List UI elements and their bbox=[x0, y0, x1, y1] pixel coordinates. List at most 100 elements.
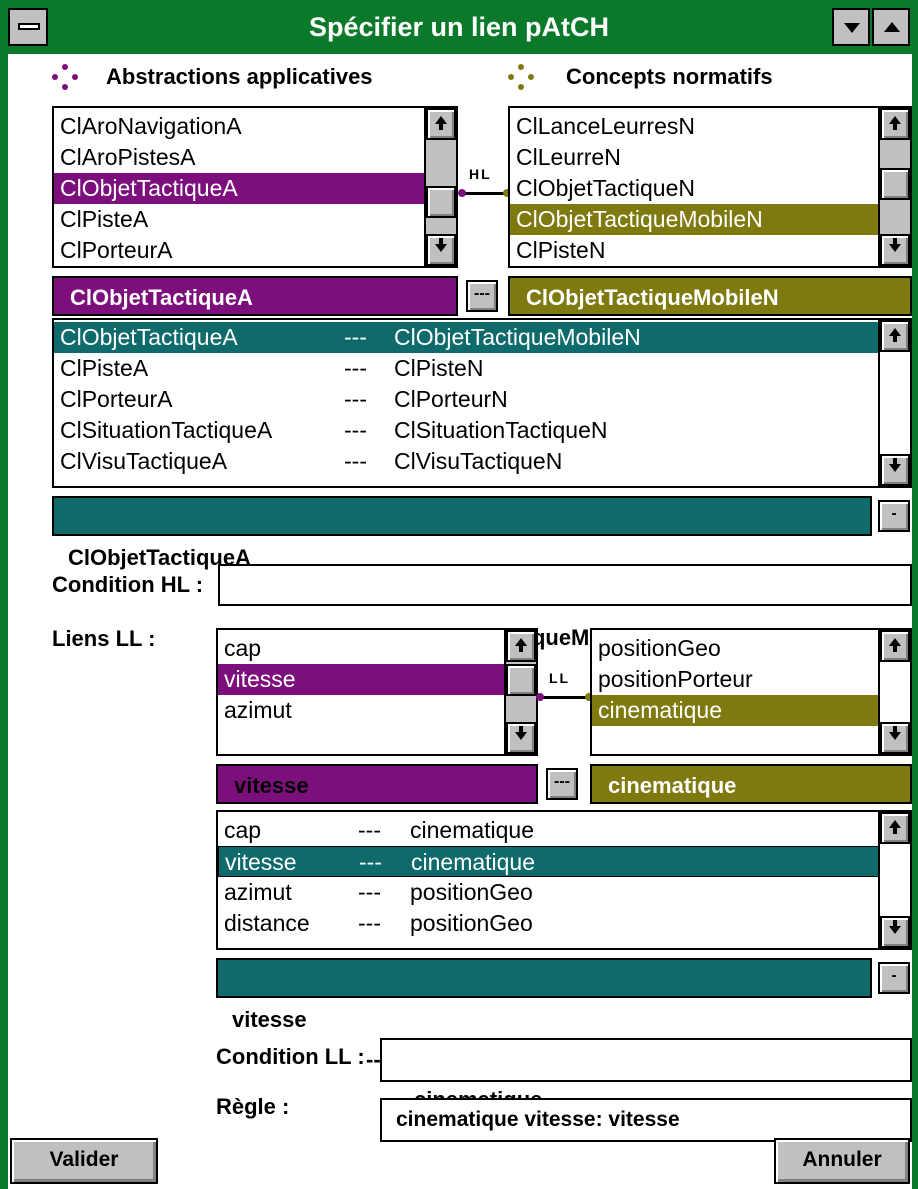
abstractions-scrollbar[interactable] bbox=[424, 108, 456, 266]
arrow-down-icon bbox=[515, 726, 527, 740]
scroll-down-button[interactable] bbox=[880, 916, 910, 948]
regle-field[interactable]: cinematique vitesse: vitesse bbox=[380, 1098, 912, 1142]
table-row[interactable]: distance --- positionGeo bbox=[218, 908, 880, 939]
abstractions-header: Abstractions applicatives bbox=[106, 64, 373, 89]
remove-ll-pair-button[interactable]: - bbox=[878, 962, 910, 994]
abstractions-dots-icon bbox=[52, 64, 78, 90]
system-menu-button[interactable] bbox=[8, 8, 48, 46]
pair-abstraction: ClObjetTactiqueA bbox=[60, 324, 238, 350]
ll-link-label: LL bbox=[549, 670, 571, 686]
list-item[interactable]: ClAroNavigationA bbox=[54, 111, 424, 142]
minimize-button[interactable] bbox=[832, 8, 870, 46]
scroll-up-button[interactable] bbox=[880, 812, 910, 844]
title-bar: Spécifier un lien pAtCH bbox=[0, 0, 918, 54]
minimize-icon bbox=[844, 23, 860, 33]
scroll-up-button[interactable] bbox=[880, 108, 910, 140]
system-menu-icon bbox=[18, 23, 40, 30]
maximize-button[interactable] bbox=[872, 8, 910, 46]
remove-hl-pair-button[interactable]: - bbox=[878, 500, 910, 532]
pair-separator: --- bbox=[344, 448, 367, 474]
list-item-selected[interactable]: ClObjetTactiqueA bbox=[54, 173, 424, 204]
table-row[interactable]: azimut --- positionGeo bbox=[218, 877, 880, 908]
table-row[interactable]: ClPorteurA --- ClPorteurN bbox=[54, 384, 878, 415]
list-item[interactable]: ClPisteN bbox=[510, 235, 878, 266]
list-item[interactable]: ClLanceLeurresN bbox=[510, 111, 878, 142]
liens-ll-label: Liens LL : bbox=[52, 626, 156, 651]
arrow-down-icon bbox=[889, 726, 901, 740]
list-item-selected[interactable]: cinematique bbox=[592, 695, 880, 726]
list-item[interactable]: azimut bbox=[218, 695, 506, 726]
list-item[interactable]: positionPorteur bbox=[592, 664, 880, 695]
scroll-down-button[interactable] bbox=[880, 722, 910, 754]
list-item[interactable]: ClPorteurA bbox=[54, 235, 424, 266]
concepts-scrollbar[interactable] bbox=[878, 108, 910, 266]
arrow-up-icon bbox=[515, 638, 527, 652]
link-ll-button[interactable]: --- bbox=[546, 768, 578, 800]
pair-concept: ClSituationTactiqueN bbox=[394, 417, 608, 443]
scroll-up-button[interactable] bbox=[880, 320, 910, 352]
list-item-selected[interactable]: ClObjetTactiqueMobileN bbox=[510, 204, 878, 235]
selected-concept-bar: ClObjetTactiqueMobileN bbox=[508, 276, 912, 316]
pair-separator: --- bbox=[358, 879, 381, 905]
condition-ll-field[interactable] bbox=[380, 1038, 912, 1082]
scroll-down-button[interactable] bbox=[880, 454, 910, 486]
list-item[interactable]: ClObjetTactiqueN bbox=[510, 173, 878, 204]
scroll-thumb[interactable] bbox=[880, 168, 910, 200]
list-item[interactable]: ClPisteA bbox=[54, 204, 424, 235]
pair-separator: --- bbox=[359, 849, 382, 875]
abstractions-list[interactable]: ClAroNavigationA ClAroPistesA ClObjetTac… bbox=[52, 106, 458, 268]
validate-button[interactable]: Valider bbox=[10, 1138, 158, 1184]
ll-right-scrollbar[interactable] bbox=[878, 630, 910, 754]
scroll-thumb[interactable] bbox=[506, 664, 536, 696]
table-row-selected[interactable]: vitesse --- cinematique bbox=[218, 846, 880, 877]
pair-concept: ClPisteN bbox=[394, 355, 484, 381]
pair-left: distance bbox=[224, 910, 310, 936]
scroll-up-button[interactable] bbox=[880, 630, 910, 662]
cancel-button[interactable]: Annuler bbox=[774, 1138, 910, 1184]
arrow-down-icon bbox=[889, 238, 901, 252]
pair-abstraction: ClVisuTactiqueA bbox=[60, 448, 228, 474]
scroll-down-button[interactable] bbox=[426, 234, 456, 266]
list-item[interactable]: cap bbox=[218, 633, 506, 664]
concepts-list[interactable]: ClLanceLeurresN ClLeurreN ClObjetTactiqu… bbox=[508, 106, 912, 268]
pair-right: positionGeo bbox=[410, 910, 533, 936]
pair-abstraction: ClPisteA bbox=[60, 355, 149, 381]
arrow-down-icon bbox=[889, 458, 901, 472]
scroll-down-button[interactable] bbox=[880, 234, 910, 266]
condition-hl-field[interactable] bbox=[218, 564, 912, 606]
hl-pairs-scrollbar[interactable] bbox=[878, 320, 910, 486]
scroll-up-button[interactable] bbox=[426, 108, 456, 140]
scroll-up-button[interactable] bbox=[506, 630, 536, 662]
table-row[interactable]: ClSituationTactiqueA --- ClSituationTact… bbox=[54, 415, 878, 446]
scroll-thumb[interactable] bbox=[426, 186, 456, 218]
hl-pairs-list[interactable]: ClObjetTactiqueA --- ClObjetTactiqueMobi… bbox=[52, 318, 912, 488]
list-item[interactable]: ClLeurreN bbox=[510, 142, 878, 173]
table-row-selected[interactable]: ClObjetTactiqueA --- ClObjetTactiqueMobi… bbox=[54, 322, 878, 353]
scroll-down-button[interactable] bbox=[506, 722, 536, 754]
arrow-up-icon bbox=[889, 328, 901, 342]
list-item-selected[interactable]: vitesse bbox=[218, 664, 506, 695]
list-item[interactable]: positionGeo bbox=[592, 633, 880, 664]
ll-left-list[interactable]: cap vitesse azimut bbox=[216, 628, 538, 756]
concepts-dots-icon bbox=[508, 64, 534, 90]
table-row[interactable]: ClVisuTactiqueA --- ClVisuTactiqueN bbox=[54, 446, 878, 477]
selected-ll-pair-bar: vitesse --- cinematique bbox=[216, 958, 872, 1112]
arrow-up-icon bbox=[889, 638, 901, 652]
ll-pairs-scrollbar[interactable] bbox=[878, 812, 910, 948]
hl-link-line bbox=[462, 192, 508, 195]
table-row[interactable]: ClPisteA --- ClPisteN bbox=[54, 353, 878, 384]
selected-ll-left-bar: vitesse bbox=[216, 764, 538, 804]
ll-pairs-list[interactable]: cap --- cinematique vitesse --- cinemati… bbox=[216, 810, 912, 950]
arrow-down-icon bbox=[435, 238, 447, 252]
table-row[interactable]: cap --- cinematique bbox=[218, 815, 880, 846]
ll-left-scrollbar[interactable] bbox=[504, 630, 536, 754]
list-item[interactable]: ClAroPistesA bbox=[54, 142, 424, 173]
window-frame-right bbox=[912, 0, 918, 1189]
pair-left: vitesse bbox=[225, 849, 297, 875]
selected-pair-left: vitesse bbox=[232, 1007, 307, 1032]
selected-abstraction-bar: ClObjetTactiqueA bbox=[52, 276, 458, 316]
pair-concept: ClVisuTactiqueN bbox=[394, 448, 563, 474]
window-frame-left bbox=[0, 0, 8, 1189]
link-hl-button[interactable]: --- bbox=[466, 280, 498, 312]
ll-right-list[interactable]: positionGeo positionPorteur cinematique bbox=[590, 628, 912, 756]
